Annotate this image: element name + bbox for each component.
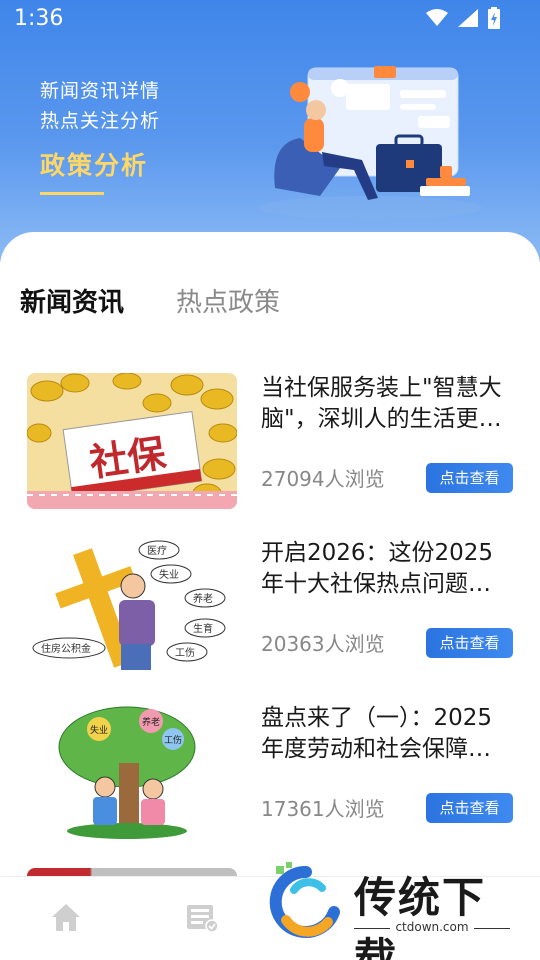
signal-icon <box>458 9 478 27</box>
thumb-label: 失业 <box>90 724 108 736</box>
tab-news[interactable]: 新闻资讯 <box>20 282 124 319</box>
view-count: 27094人浏览 <box>261 467 385 491</box>
tab-hot-policy[interactable]: 热点政策 <box>176 282 280 319</box>
thumb-label: 养老 <box>142 716 160 728</box>
wifi-icon <box>426 9 448 26</box>
thumb-label: 医疗 <box>147 544 167 557</box>
list-item[interactable]: 医疗 失业 养老 生育 工伤 住房公积金 开启2026：这份2025年十大社保热… <box>27 538 513 674</box>
view-button[interactable]: 点击查看 <box>426 628 513 658</box>
banner-underline <box>40 192 104 195</box>
status-icons <box>426 7 500 29</box>
list-item[interactable]: 社保 当社保服务装上"智慧大脑"，深圳人的生活更方便了 27094人浏览 点击查… <box>27 373 513 509</box>
hero-banner: 1:36 新闻资讯详情 热点关注分析 政策分析 <box>0 0 540 262</box>
view-button[interactable]: 点击查看 <box>426 793 513 823</box>
thumb-label: 工伤 <box>175 646 195 659</box>
watermark: 传统下载 ctdown.com <box>266 862 526 960</box>
article-thumbnail: 失业 养老 工伤 <box>27 703 237 839</box>
thumb-label: 生育 <box>193 622 213 635</box>
status-time: 1:36 <box>14 6 64 31</box>
watermark-logo-icon <box>269 862 340 938</box>
battery-icon <box>488 7 500 29</box>
thumb-label: 住房公积金 <box>41 642 91 655</box>
banner-promo: 新闻资讯详情 热点关注分析 政策分析 <box>40 76 160 195</box>
status-bar: 1:36 <box>0 0 540 38</box>
article-title[interactable]: 开启2026：这份2025年十大社保热点问题请收好 <box>261 538 511 600</box>
tab-bar: 新闻资讯 热点政策 <box>20 280 280 320</box>
banner-line-2: 热点关注分析 <box>40 110 161 132</box>
list-item[interactable]: 失业 养老 工伤 盘点来了（一）：2025年度劳动和社会保障政策 17361人浏… <box>27 703 513 839</box>
article-thumbnail: 社保 <box>27 373 237 509</box>
nav-news[interactable] <box>185 901 219 937</box>
banner-line-1: 新闻资讯详情 <box>40 80 161 102</box>
nav-home[interactable] <box>50 901 82 937</box>
article-title[interactable]: 盘点来了（一）：2025年度劳动和社会保障政策 <box>261 703 511 765</box>
home-icon <box>52 904 80 931</box>
watermark-text: 传统下载 <box>354 873 487 960</box>
article-title[interactable]: 当社保服务装上"智慧大脑"，深圳人的生活更方便了 <box>261 373 511 435</box>
banner-line-3: 政策分析 <box>40 151 149 180</box>
banner-illustration <box>258 66 482 220</box>
view-count: 20363人浏览 <box>261 632 385 656</box>
view-button[interactable]: 点击查看 <box>426 463 513 493</box>
news-icon <box>187 905 219 933</box>
thumb-label: 失业 <box>159 568 179 581</box>
thumb-label: 工伤 <box>164 734 182 746</box>
thumb-label: 养老 <box>193 592 213 605</box>
article-thumbnail: 医疗 失业 养老 生育 工伤 住房公积金 <box>27 538 237 674</box>
view-count: 17361人浏览 <box>261 797 385 821</box>
watermark-url: ctdown.com <box>354 920 510 934</box>
